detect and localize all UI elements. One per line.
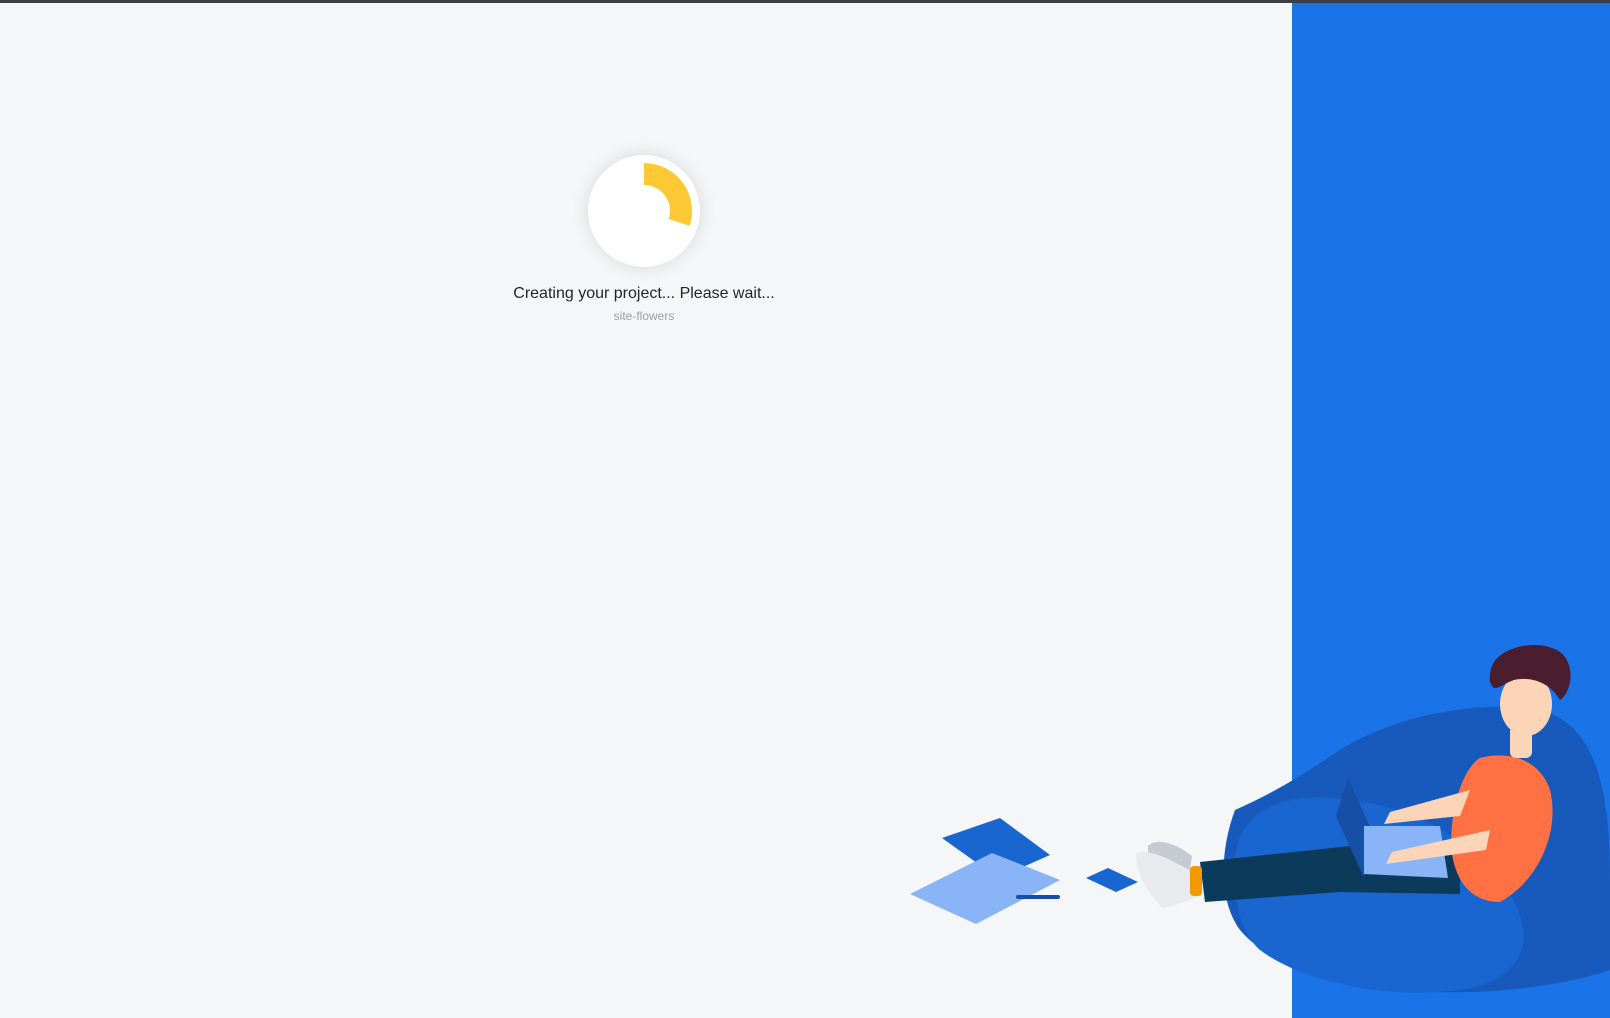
- status-message: Creating your project... Please wait...: [513, 285, 775, 302]
- progress-spinner-icon: [644, 163, 692, 226]
- floating-shape-light: [910, 853, 1060, 924]
- person-with-laptop-illustration: [910, 644, 1610, 993]
- loading-spinner: [588, 155, 700, 267]
- project-name: site-flowers: [613, 309, 675, 323]
- floating-shape-small: [1086, 868, 1138, 892]
- floating-bar: [1016, 895, 1060, 899]
- sock: [1190, 866, 1202, 896]
- progress-arc: [644, 163, 692, 226]
